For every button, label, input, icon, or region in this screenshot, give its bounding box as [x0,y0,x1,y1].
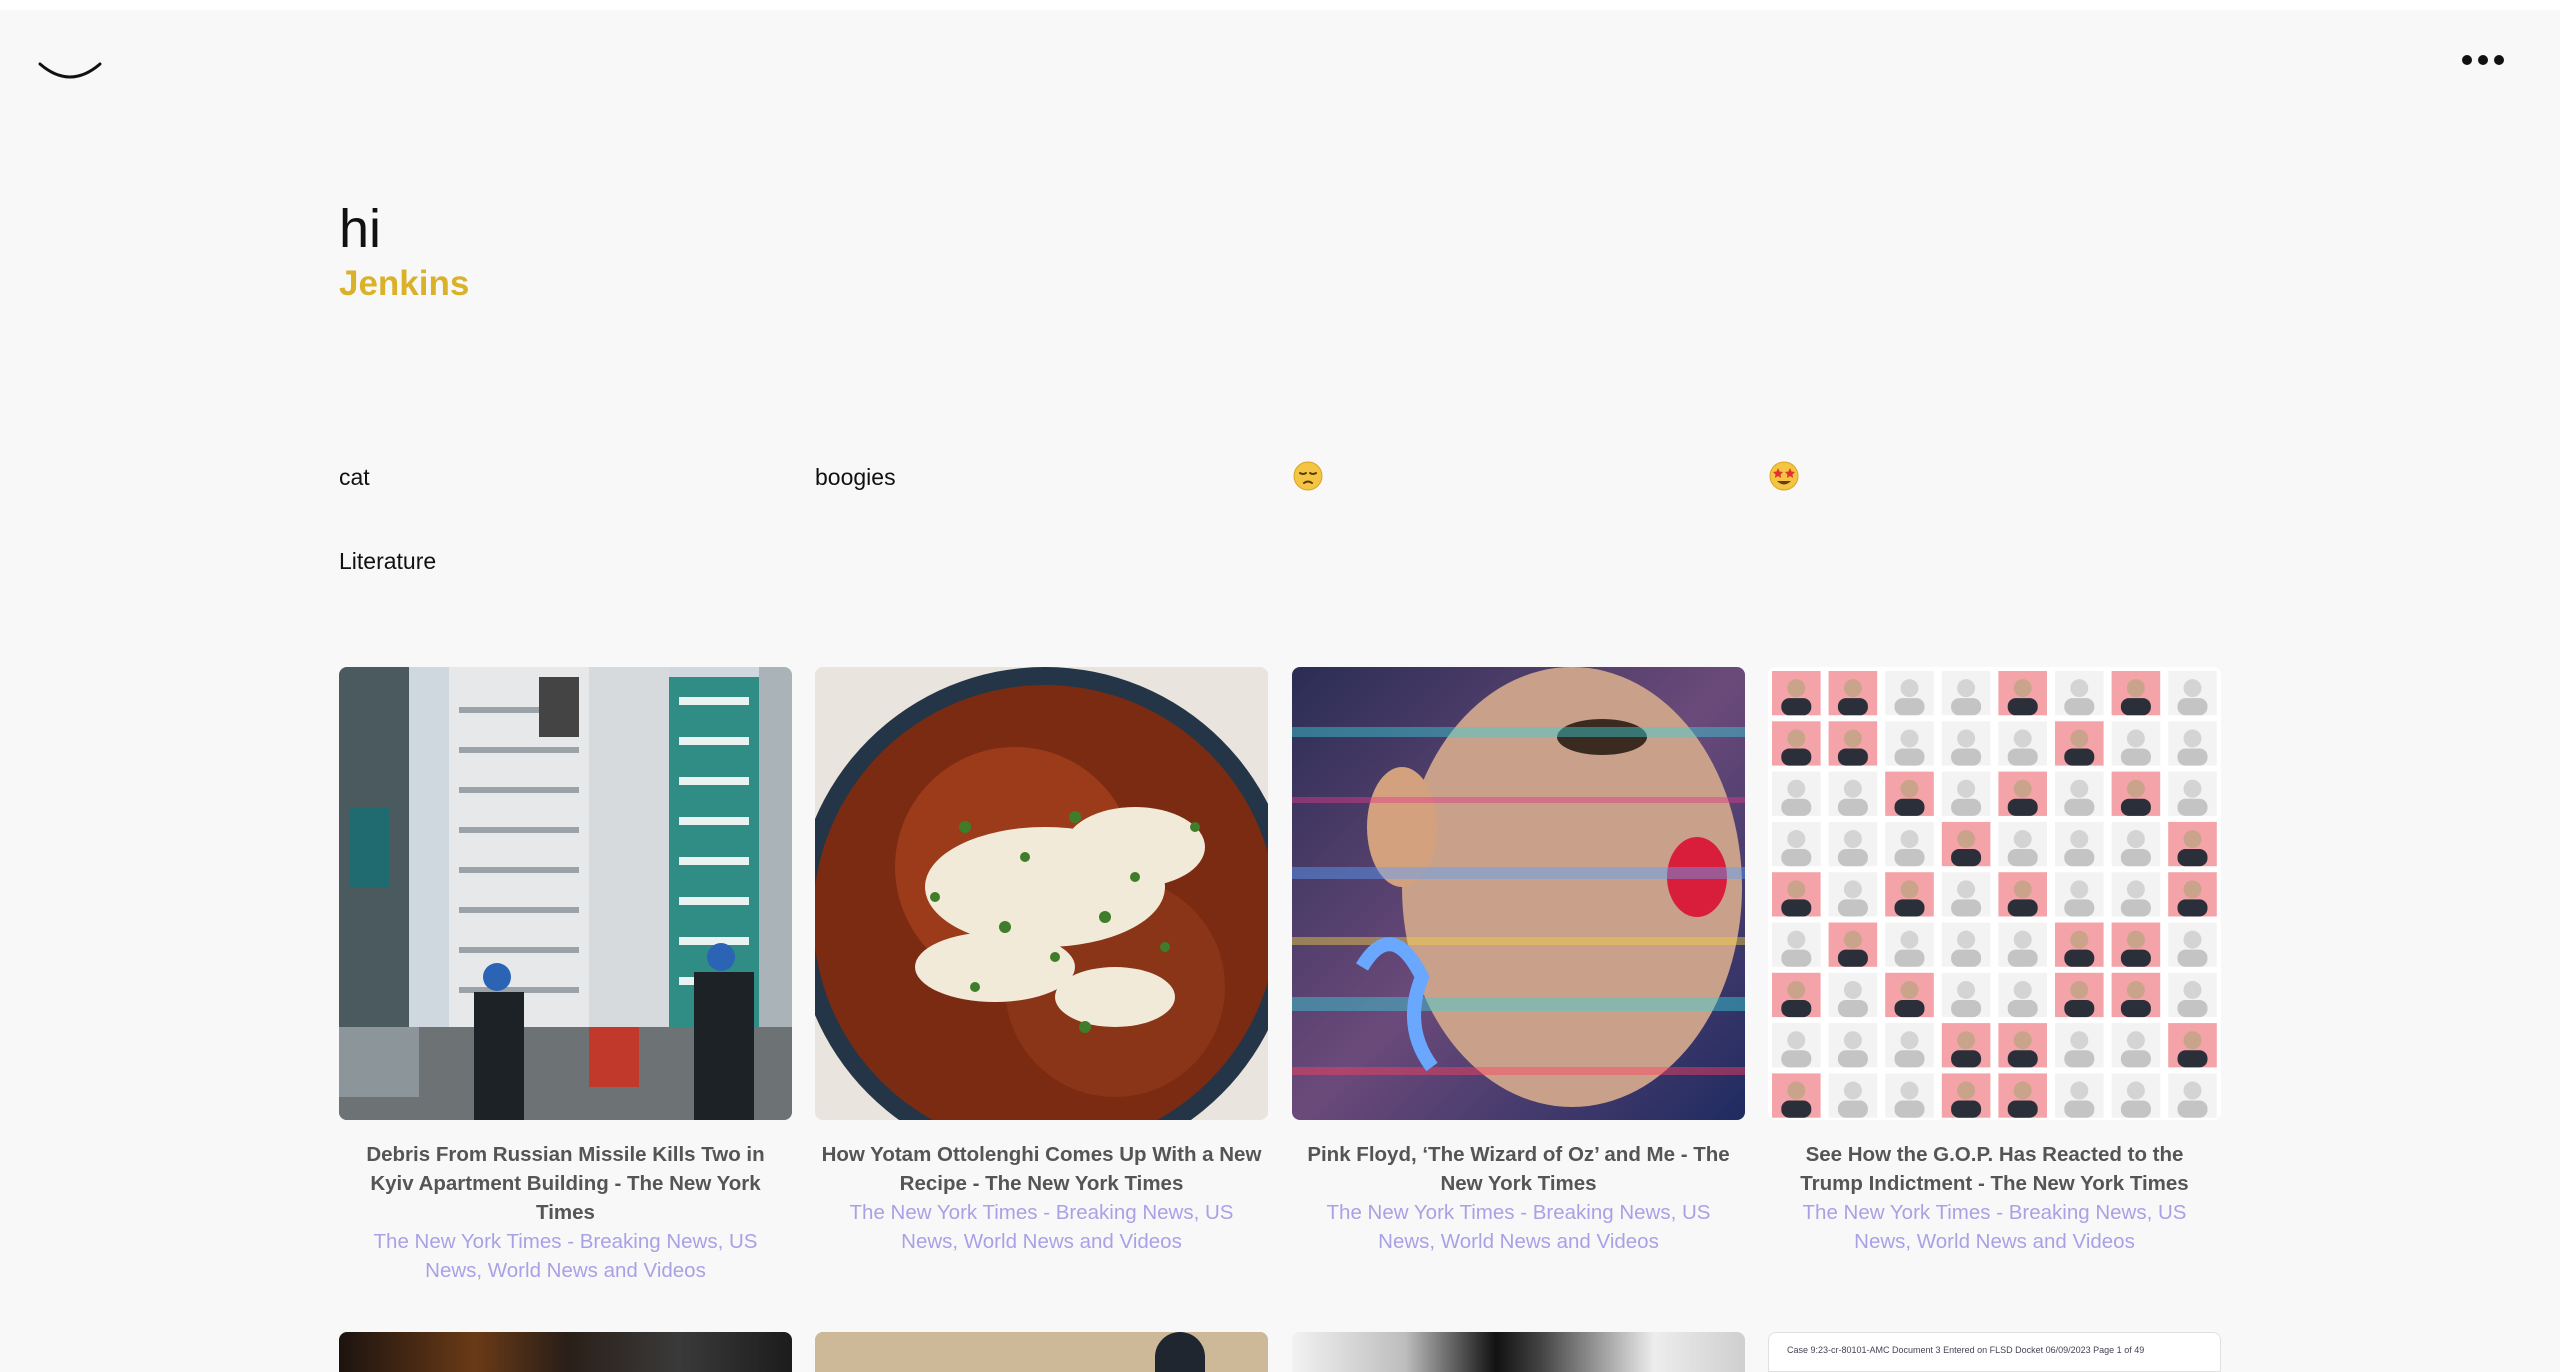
news-card-title: How Yotam Ottolenghi Comes Up With a New… [821,1143,1262,1195]
news-card-partial[interactable] [339,1332,792,1372]
pensive-face-icon [1293,461,1323,491]
greeting-hi: hi [339,199,382,259]
news-card[interactable]: How Yotam Ottolenghi Comes Up With a New… [815,667,1268,1256]
news-card-title: Pink Floyd, ‘The Wizard of Oz’ and Me - … [1307,1143,1730,1195]
star-struck-face-icon [1769,461,1799,491]
smile-logo-icon[interactable] [36,44,104,84]
dot-icon [2462,55,2472,65]
news-card-title: Debris From Russian Missile Kills Two in… [366,1143,765,1224]
news-card-image [815,1332,1268,1372]
news-card-image [1292,667,1745,1120]
news-card-partial[interactable] [815,1332,1268,1372]
news-card-partial[interactable] [1292,1332,1745,1372]
news-card-title: See How the G.O.P. Has Reacted to the Tr… [1800,1143,2189,1195]
link-star-struck-emoji[interactable] [1768,460,1800,492]
top-bar-strip [0,0,2560,10]
news-card-source: The New York Times - Breaking News, US N… [1326,1201,1711,1253]
link-boogies[interactable]: boogies [815,462,896,492]
news-card[interactable]: Debris From Russian Missile Kills Two in… [339,667,792,1285]
more-options-button[interactable] [2460,48,2506,72]
news-card-source: The New York Times - Breaking News, US N… [1802,1201,2187,1253]
news-card-image [339,667,792,1120]
dot-icon [2494,55,2504,65]
news-card-image [1768,667,2221,1120]
link-literature[interactable]: Literature [339,546,436,576]
link-pensive-emoji[interactable] [1292,460,1324,492]
news-card-image [1292,1332,1745,1372]
dot-icon [2478,55,2488,65]
news-card-partial[interactable]: Case 9:23-cr-80101-AMC Document 3 Entere… [1768,1332,2221,1372]
greeting-name: Jenkins [339,264,470,303]
news-card[interactable]: See How the G.O.P. Has Reacted to the Tr… [1768,667,2221,1256]
link-cat[interactable]: cat [339,462,370,492]
news-card-image [815,667,1268,1120]
news-card-source: The New York Times - Breaking News, US N… [849,1201,1234,1253]
news-card-image [339,1332,792,1372]
news-card[interactable]: Pink Floyd, ‘The Wizard of Oz’ and Me - … [1292,667,1745,1256]
news-card-source: The New York Times - Breaking News, US N… [373,1230,758,1282]
